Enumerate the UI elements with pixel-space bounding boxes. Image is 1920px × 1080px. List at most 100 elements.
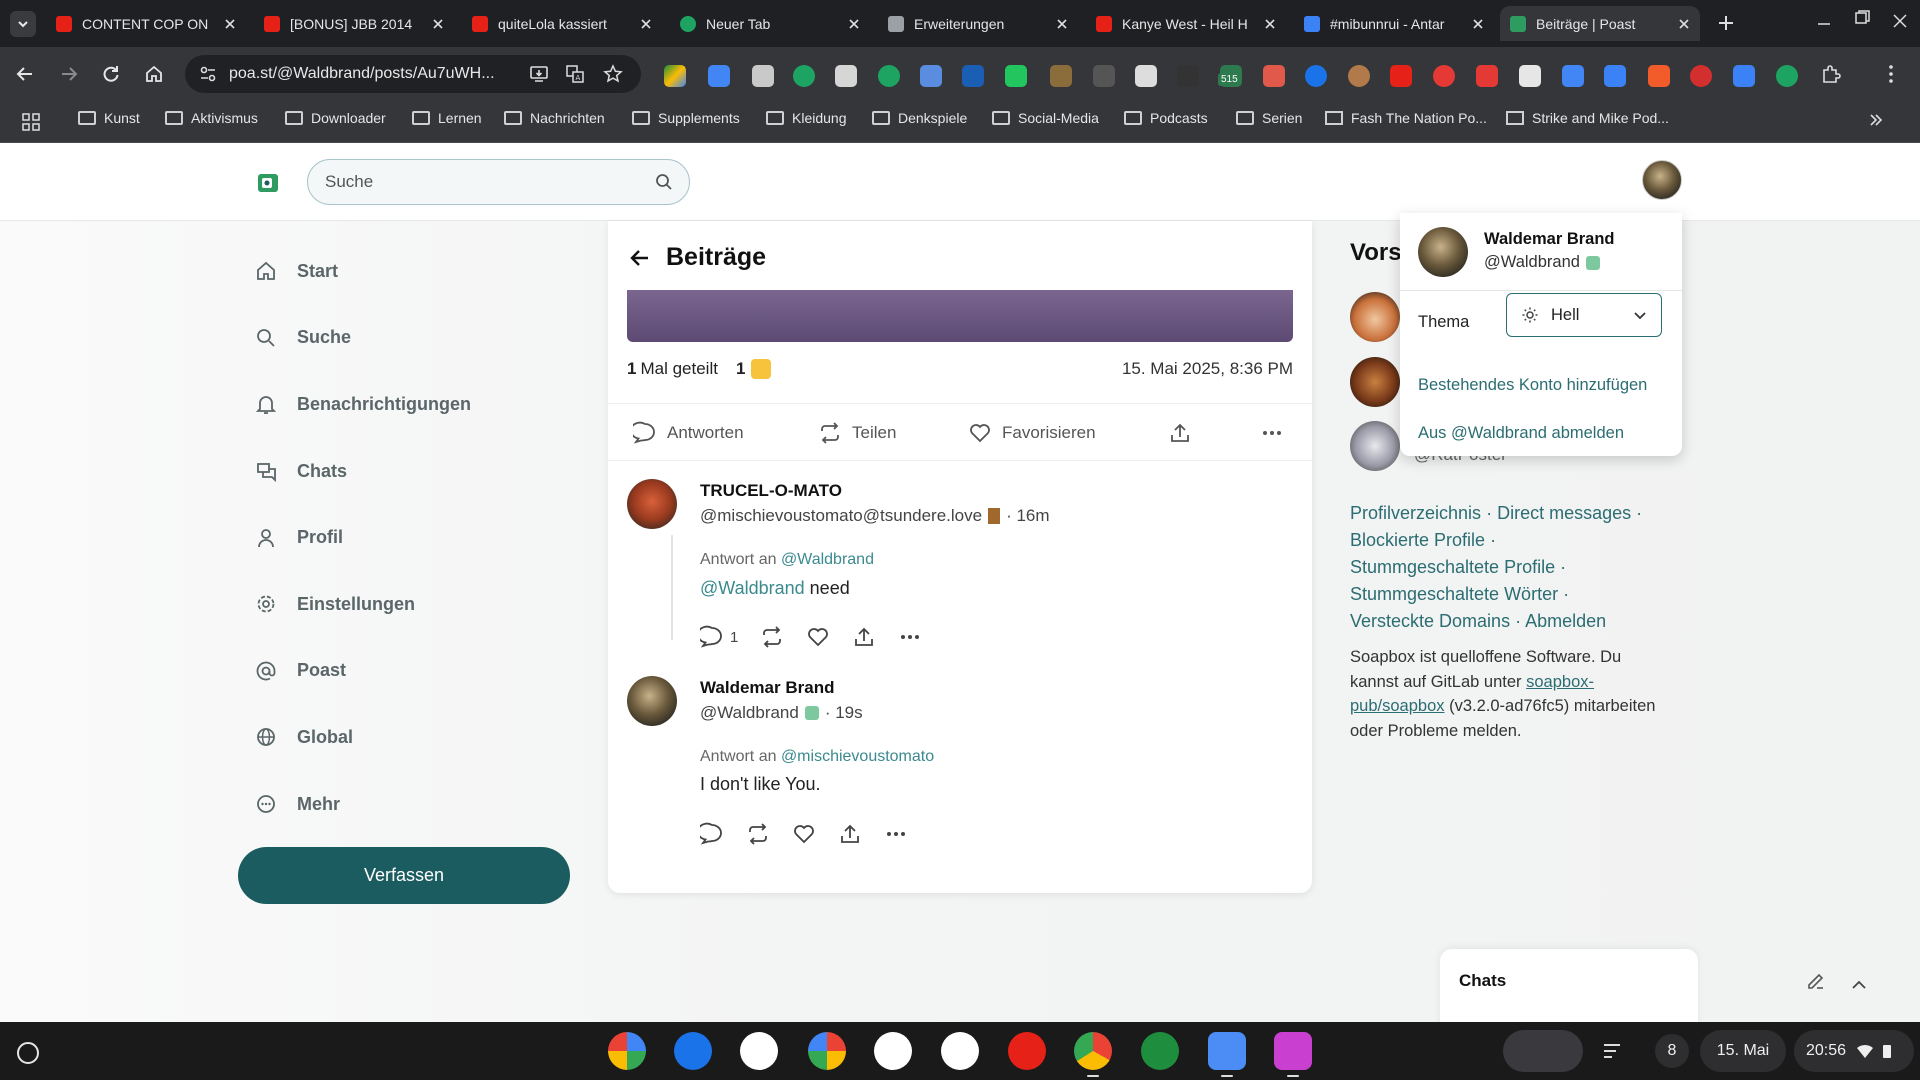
link-hidden-domains[interactable]: Versteckte Domains: [1350, 611, 1510, 631]
avatar[interactable]: [1350, 421, 1400, 471]
bookmark-folder[interactable]: Serien: [1236, 110, 1302, 126]
chrome-icon[interactable]: [1074, 1032, 1112, 1070]
reply-button[interactable]: [700, 822, 724, 846]
launcher-icon[interactable]: [17, 1042, 39, 1064]
add-account-item[interactable]: Bestehendes Konto hinzufügen: [1418, 376, 1647, 395]
browser-tab[interactable]: Kanye West - Heil H: [1096, 6, 1276, 41]
compose-button[interactable]: Verfassen: [238, 847, 570, 904]
messages-icon[interactable]: [674, 1032, 712, 1070]
reply-button[interactable]: Antworten: [633, 421, 744, 445]
bookmark-folder[interactable]: Downloader: [285, 110, 386, 126]
author-handle[interactable]: @Waldbrand: [700, 703, 799, 723]
extension-icon[interactable]: [835, 65, 857, 87]
author-handle[interactable]: @mischievoustomato@tsundere.love: [700, 506, 982, 526]
gmail-icon[interactable]: [941, 1032, 979, 1070]
nav-item-notifications[interactable]: Benachrichtigungen: [255, 371, 575, 438]
close-icon[interactable]: [1264, 18, 1276, 30]
bookmark-folder[interactable]: Podcasts: [1124, 110, 1208, 126]
photos-icon[interactable]: [808, 1032, 846, 1070]
reply-item[interactable]: Waldemar Brand @Waldbrand · 19s Antwort …: [627, 676, 1293, 845]
avatar[interactable]: [627, 479, 677, 529]
grammarly-extension-icon[interactable]: [878, 65, 900, 87]
apps-grid-icon[interactable]: [22, 113, 40, 131]
account-handle[interactable]: @Waldbrand: [1484, 253, 1580, 272]
avatar[interactable]: [1350, 357, 1400, 407]
link-muted-profiles[interactable]: Stummgeschaltete Profile: [1350, 557, 1555, 577]
shelf-date[interactable]: 15. Mai: [1700, 1030, 1786, 1072]
nav-item-global[interactable]: Global: [255, 704, 575, 771]
mention-link[interactable]: @mischievoustomato: [781, 748, 934, 765]
bookmark-folder[interactable]: Supplements: [632, 110, 740, 126]
browser-tab[interactable]: Neuer Tab: [680, 6, 860, 41]
share-button[interactable]: [838, 822, 862, 846]
extension-icon[interactable]: [1776, 65, 1798, 87]
shares-label[interactable]: Mal geteilt: [640, 359, 717, 379]
favorite-button[interactable]: Favorisieren: [968, 421, 1096, 445]
more-options-button[interactable]: [1260, 421, 1294, 445]
extension-icon[interactable]: [962, 65, 984, 87]
browser-tab[interactable]: [BONUS] JBB 2014: [264, 6, 444, 41]
close-window-icon[interactable]: [1891, 12, 1909, 30]
account-avatar-button[interactable]: [1642, 160, 1682, 200]
favorite-button[interactable]: [792, 822, 816, 846]
chats-widget[interactable]: Chats: [1440, 949, 1824, 1022]
nav-item-poast[interactable]: Poast: [255, 638, 575, 705]
avatar[interactable]: [1350, 292, 1400, 342]
browser-tab[interactable]: CONTENT COP ON: [56, 6, 236, 41]
nav-item-settings[interactable]: Einstellungen: [255, 571, 575, 638]
nav-item-start[interactable]: Start: [255, 238, 575, 305]
nav-item-more[interactable]: Mehr: [255, 771, 575, 838]
mention-link[interactable]: @Waldbrand: [700, 578, 805, 598]
reply-item[interactable]: TRUCEL-O-MATO @mischievoustomato@tsunder…: [627, 479, 1293, 648]
home-button[interactable]: [141, 61, 167, 87]
apps-icon[interactable]: [1141, 1032, 1179, 1070]
browser-tab[interactable]: #mibunnrui - Antar: [1304, 6, 1484, 41]
extension-icon[interactable]: [1093, 65, 1115, 87]
extension-icon[interactable]: [1390, 65, 1412, 87]
extension-icon[interactable]: [1690, 65, 1712, 87]
link-blocked-profiles[interactable]: Blockierte Profile: [1350, 530, 1485, 550]
more-bookmarks-icon[interactable]: [1868, 112, 1884, 128]
site-settings-icon[interactable]: [199, 65, 217, 83]
extension-icon[interactable]: [1348, 65, 1370, 87]
app-icon[interactable]: [1274, 1032, 1312, 1070]
meet-icon[interactable]: [740, 1032, 778, 1070]
extension-icon[interactable]: [1733, 65, 1755, 87]
upload-share-button[interactable]: [1168, 421, 1202, 445]
share-button[interactable]: [852, 625, 876, 649]
avatar[interactable]: [627, 676, 677, 726]
extension-icon[interactable]: [752, 65, 774, 87]
link-muted-words[interactable]: Stummgeschaltete Wörter: [1350, 584, 1558, 604]
youtube-icon[interactable]: [1008, 1032, 1046, 1070]
close-icon[interactable]: [1056, 18, 1068, 30]
clipboard-list-icon[interactable]: [1602, 1042, 1622, 1060]
close-icon[interactable]: [640, 18, 652, 30]
kebab-menu-icon[interactable]: [1880, 63, 1902, 85]
bookmark-folder[interactable]: Aktivismus: [165, 110, 258, 126]
browser-tab-active[interactable]: Beiträge | Poast: [1500, 6, 1700, 41]
logout-item[interactable]: Aus @Waldbrand abmelden: [1418, 424, 1624, 443]
tab-search-button[interactable]: [10, 10, 36, 37]
extension-icon[interactable]: [1263, 65, 1285, 87]
mention-link[interactable]: @Waldbrand: [781, 551, 874, 568]
browser-tab[interactable]: Erweiterungen: [888, 6, 1068, 41]
close-icon[interactable]: [848, 18, 860, 30]
avatar[interactable]: [1418, 227, 1468, 277]
account-name[interactable]: Waldemar Brand: [1484, 230, 1615, 249]
arrow-left-icon[interactable]: [628, 246, 652, 270]
link-logout[interactable]: Abmelden: [1525, 611, 1606, 631]
restore-icon[interactable]: [1853, 8, 1871, 26]
author-name[interactable]: Waldemar Brand: [700, 678, 834, 698]
puzzle-icon[interactable]: [1820, 63, 1842, 85]
translate-icon[interactable]: A: [565, 64, 585, 84]
browser-tab[interactable]: quiteLola kassiert: [472, 6, 652, 41]
bookmark-folder[interactable]: Nachrichten: [504, 110, 605, 126]
extension-icon[interactable]: [1135, 65, 1157, 87]
extension-icon[interactable]: [1050, 65, 1072, 87]
bookmark-folder[interactable]: Kleidung: [766, 110, 847, 126]
bookmark-folder[interactable]: Lernen: [412, 110, 482, 126]
extension-icon[interactable]: [708, 65, 730, 87]
forward-button[interactable]: [56, 61, 82, 87]
holding-space-preview[interactable]: [1503, 1030, 1583, 1072]
link-direct-messages[interactable]: Direct messages: [1497, 503, 1631, 523]
